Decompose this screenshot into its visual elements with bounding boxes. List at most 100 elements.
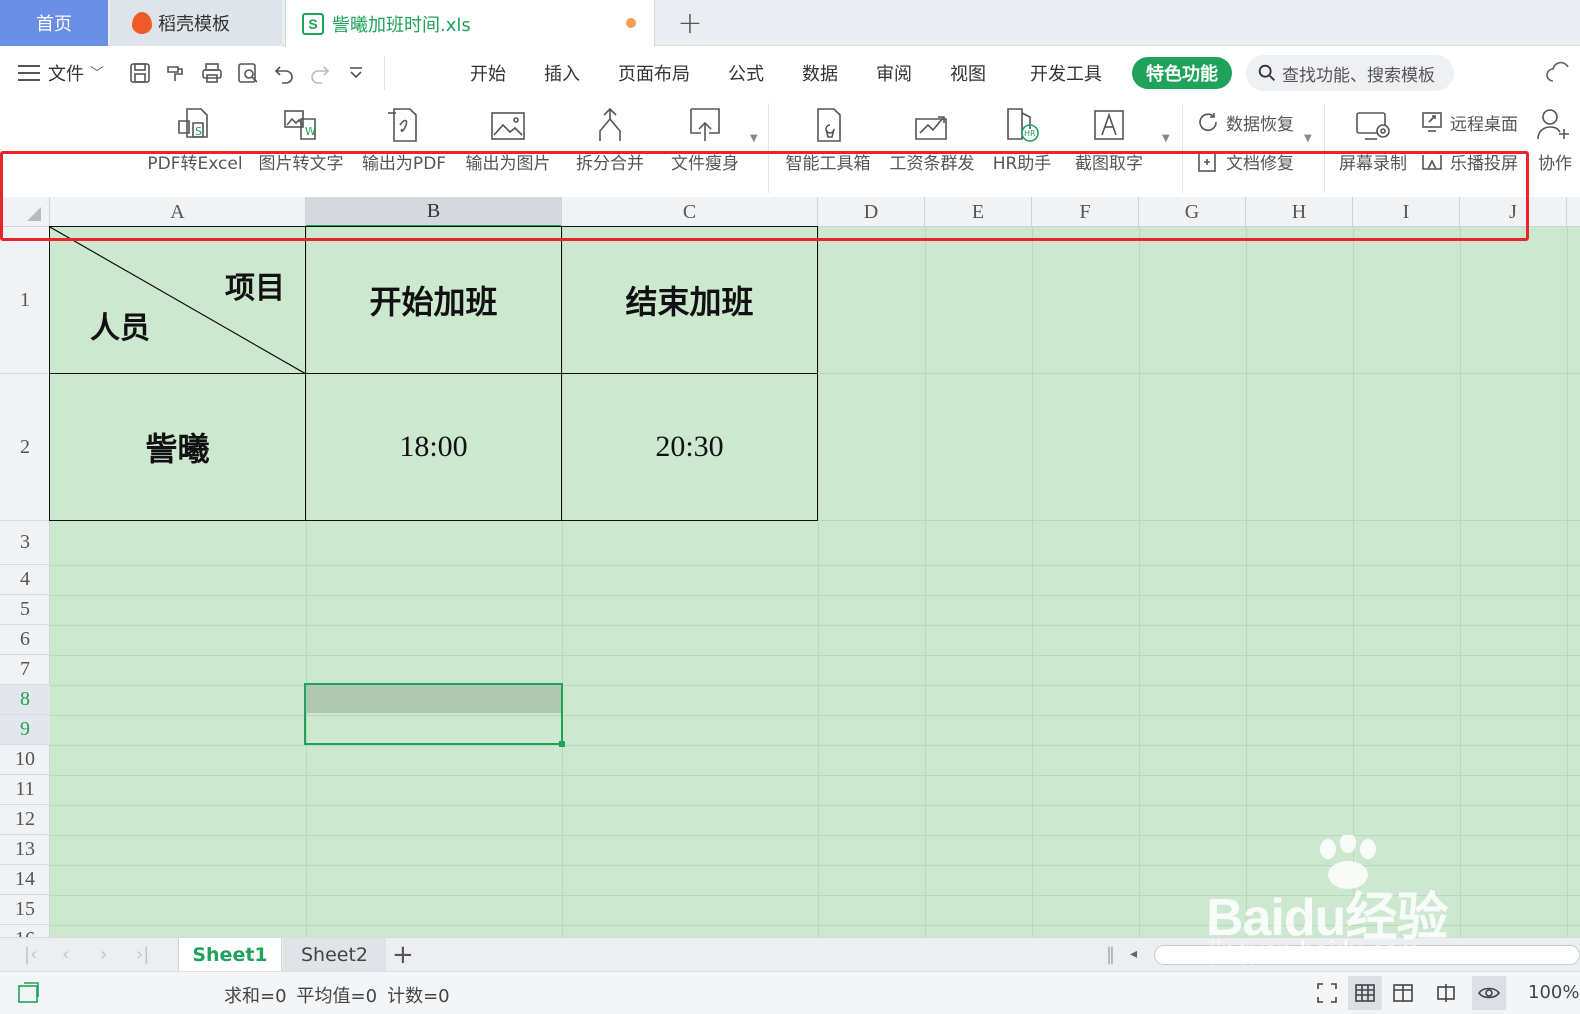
image-to-text-icon: W <box>284 110 316 140</box>
data-recovery-label: 数据恢复 <box>1226 114 1294 135</box>
tab-document[interactable]: S 訾曦加班时间.xls <box>285 0 655 47</box>
new-tab-label: + <box>677 5 703 41</box>
collaboration-button[interactable]: 协作 <box>1536 99 1580 197</box>
screenshot-ocr-icon <box>1094 110 1124 140</box>
menu-developer[interactable]: 开发工具 <box>1030 60 1102 86</box>
gridline <box>50 625 1580 626</box>
menu-insert[interactable]: 插入 <box>544 60 580 86</box>
first-sheet-icon[interactable]: |‹ <box>24 944 37 965</box>
row-header-9[interactable]: 9 <box>0 715 50 745</box>
diag-bottom-label: 人员 <box>90 311 150 346</box>
row-header-7[interactable]: 7 <box>0 655 50 685</box>
row-header-10[interactable]: 10 <box>0 745 50 775</box>
prev-sheet-icon[interactable]: ‹ <box>62 944 69 965</box>
menu-data[interactable]: 数据 <box>802 60 838 86</box>
menu-special-features[interactable]: 特色功能 <box>1132 57 1232 89</box>
gridline <box>50 775 1580 776</box>
end-time-value: 20:30 <box>655 430 724 463</box>
new-tab-button[interactable]: + <box>668 0 712 46</box>
gridline <box>818 227 819 937</box>
tab-home[interactable]: 首页 <box>0 0 108 46</box>
gridline <box>1567 227 1568 937</box>
fullscreen-icon[interactable] <box>1310 976 1344 1010</box>
gridline <box>1139 227 1140 937</box>
row-header-5[interactable]: 5 <box>0 595 50 625</box>
spreadsheet-grid[interactable]: A B C D E F G H I J 1 2 3 4 5 6 7 8 9 10… <box>0 197 1580 937</box>
row-header-6[interactable]: 6 <box>0 625 50 655</box>
row-header-2[interactable]: 2 <box>0 374 50 521</box>
gridline <box>50 865 1580 866</box>
menu-page-layout[interactable]: 页面布局 <box>618 60 690 86</box>
cell-b1[interactable]: 开始加班 <box>306 227 562 374</box>
remote-desktop-button[interactable]: 远程桌面 <box>1420 107 1518 137</box>
row-header-16[interactable]: 16 <box>0 925 50 937</box>
cell-selection[interactable] <box>304 683 565 747</box>
average-stat: 平均值=0 <box>296 986 378 1007</box>
export-pdf-icon <box>388 108 417 142</box>
search-icon <box>1258 64 1275 81</box>
print-preview-icon[interactable] <box>230 47 266 99</box>
data-recovery-button[interactable]: 数据恢复 <box>1196 107 1294 137</box>
cell-c2[interactable]: 20:30 <box>562 374 818 521</box>
redo-icon[interactable] <box>302 47 338 99</box>
customize-toolbar-icon[interactable] <box>338 47 374 99</box>
expand-arrow-icon[interactable]: ▼ <box>750 133 758 144</box>
row-header-8[interactable]: 8 <box>0 685 50 715</box>
row-header-12[interactable]: 12 <box>0 805 50 835</box>
file-menu[interactable]: 文件 <box>48 60 84 86</box>
print-icon[interactable] <box>194 47 230 99</box>
row-header-14[interactable]: 14 <box>0 865 50 895</box>
menu-view[interactable]: 视图 <box>950 60 986 86</box>
menu-start[interactable]: 开始 <box>470 60 506 86</box>
zoom-level[interactable]: 100% <box>1528 982 1579 1003</box>
undo-icon[interactable] <box>266 47 302 99</box>
split-handle-icon[interactable]: ‖ <box>1106 944 1115 965</box>
macro-record-icon[interactable] <box>16 980 42 1006</box>
eye-protection-icon[interactable] <box>1472 976 1506 1010</box>
cell-a1[interactable]: 项目 人员 <box>50 227 306 374</box>
fill-handle[interactable] <box>559 741 565 747</box>
search-input[interactable]: 查找功能、搜索模板 <box>1246 55 1454 91</box>
format-painter-icon[interactable] <box>158 47 194 99</box>
row-header-3[interactable]: 3 <box>0 521 50 565</box>
cloud-sync-icon[interactable] <box>1545 61 1580 85</box>
last-sheet-icon[interactable]: ›| <box>136 944 149 965</box>
employee-name: 訾曦 <box>145 430 210 468</box>
tab-daoke-templates[interactable]: 稻壳模板 <box>110 0 282 46</box>
unsaved-dot-icon[interactable] <box>626 18 636 28</box>
gridline <box>1460 227 1461 937</box>
scroll-left-icon[interactable]: ◂ <box>1130 946 1137 962</box>
chevron-down-icon[interactable]: ﹀ <box>90 63 104 83</box>
row-header-13[interactable]: 13 <box>0 835 50 865</box>
expand-arrow-icon[interactable]: ▼ <box>1162 133 1170 144</box>
cell-c1[interactable]: 结束加班 <box>562 227 818 374</box>
horizontal-scrollbar[interactable] <box>1154 945 1580 965</box>
start-time-value: 18:00 <box>399 430 468 463</box>
page-layout-view-icon[interactable] <box>1386 976 1420 1010</box>
hamburger-icon[interactable] <box>18 65 40 81</box>
cell-b2[interactable]: 18:00 <box>306 374 562 521</box>
user-add-icon <box>1537 109 1569 140</box>
gridline <box>50 895 1580 896</box>
save-icon[interactable] <box>122 47 158 99</box>
sheet-tab-2[interactable]: Sheet2 <box>283 938 386 972</box>
search-placeholder: 查找功能、搜索模板 <box>1282 65 1435 86</box>
next-sheet-icon[interactable]: › <box>100 944 107 965</box>
gridline <box>50 805 1580 806</box>
menu-formulas[interactable]: 公式 <box>728 60 764 86</box>
sheet-tab-1[interactable]: Sheet1 <box>178 938 282 972</box>
row-header-1[interactable]: 1 <box>0 227 50 374</box>
main-menu: 开始 插入 页面布局 公式 数据 审阅 视图 开发工具 <box>470 47 1102 99</box>
overtime-table: 项目 人员 开始加班 结束加班 訾曦 18:00 20:30 <box>49 226 818 521</box>
normal-view-icon[interactable] <box>1348 976 1382 1010</box>
add-sheet-button[interactable]: + <box>392 938 414 972</box>
row-header-11[interactable]: 11 <box>0 775 50 805</box>
row-header-15[interactable]: 15 <box>0 895 50 925</box>
expand-arrow-icon[interactable]: ▼ <box>1304 133 1312 144</box>
row-header-4[interactable]: 4 <box>0 565 50 595</box>
split-merge-icon <box>599 107 621 141</box>
svg-text:S: S <box>195 125 202 138</box>
cell-a2[interactable]: 訾曦 <box>50 374 306 521</box>
menu-review[interactable]: 审阅 <box>876 60 912 86</box>
page-break-view-icon[interactable] <box>1424 976 1468 1010</box>
